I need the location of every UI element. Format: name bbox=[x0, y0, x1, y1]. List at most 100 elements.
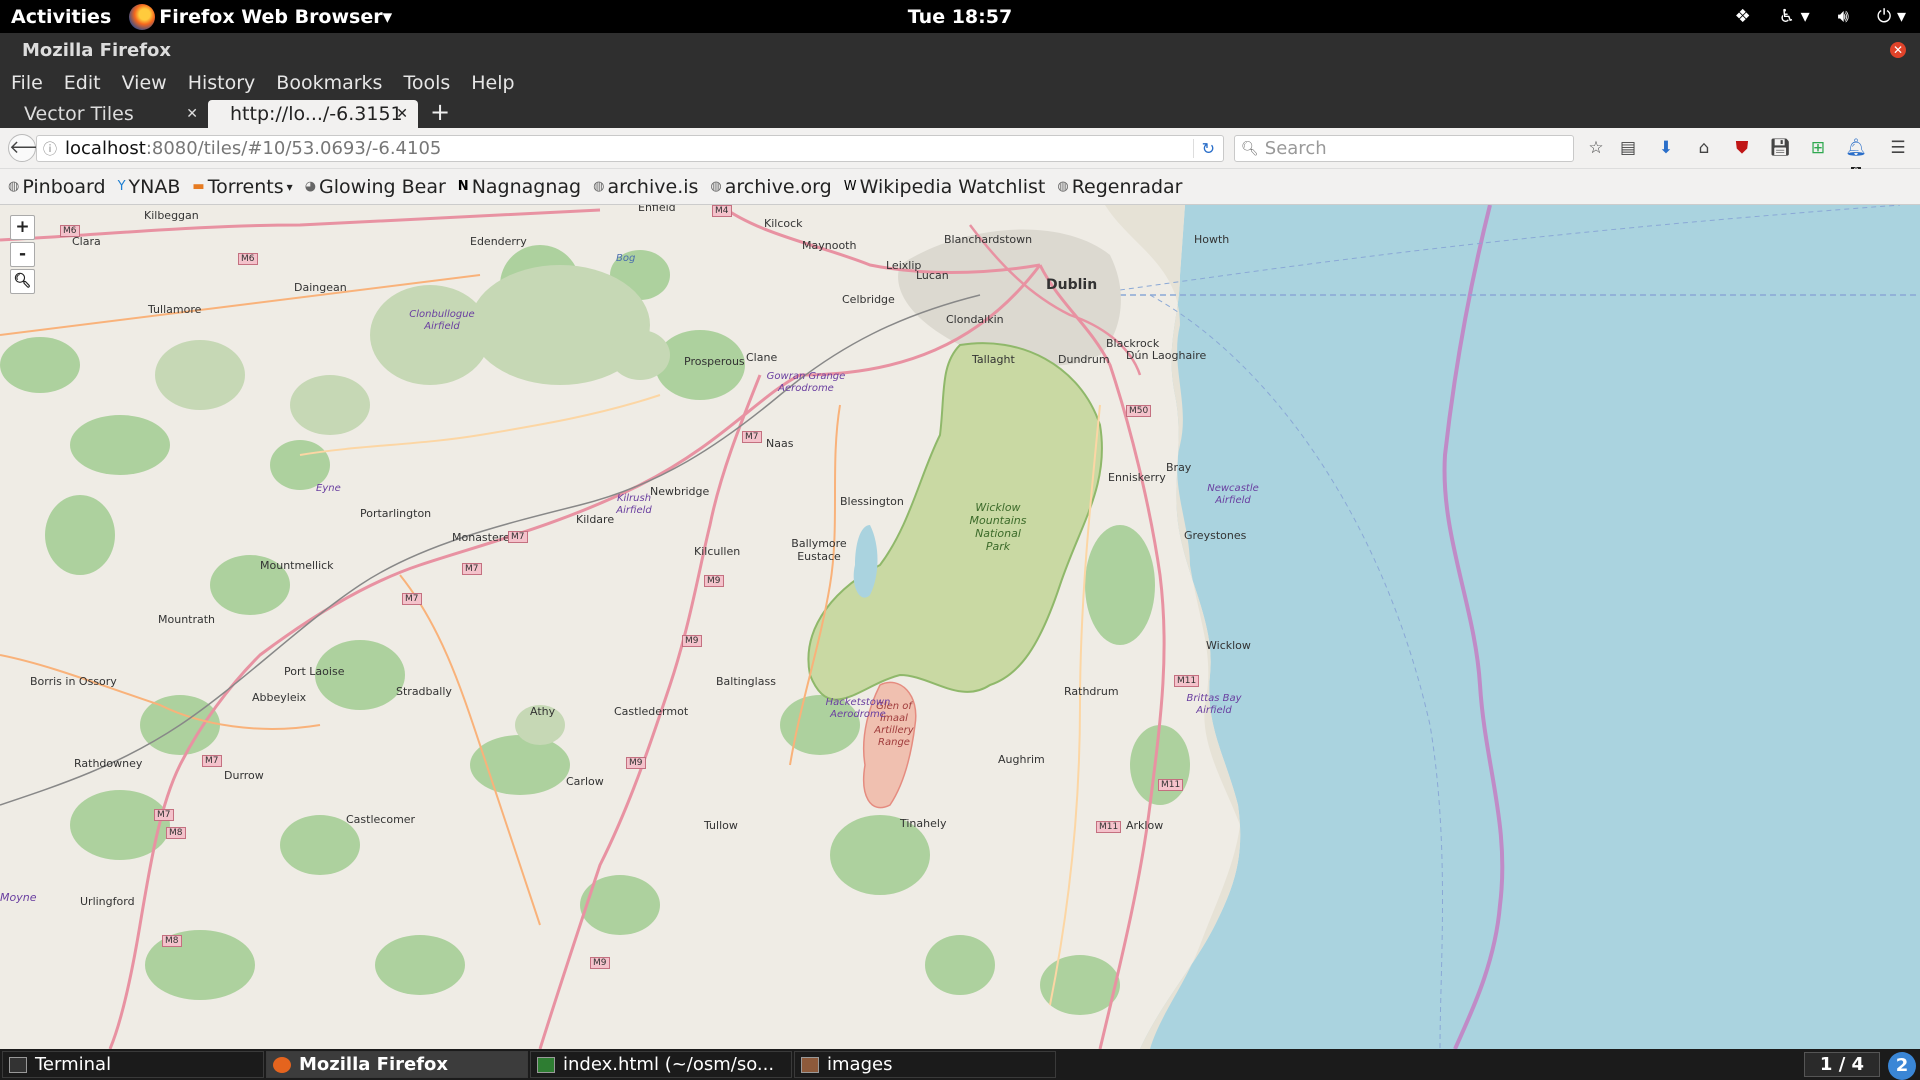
menu-bookmarks[interactable]: Bookmarks bbox=[276, 72, 382, 94]
bookmark-label: Nagnagnag bbox=[471, 175, 582, 198]
url-bar[interactable]: ⓘ localhost :8080/tiles/#10/53.0693/-6.4… bbox=[36, 135, 1224, 162]
bookmark-label: Regenradar bbox=[1071, 175, 1183, 198]
ublock-icon[interactable]: ⛊ bbox=[1730, 136, 1754, 160]
star-icon[interactable]: ☆ bbox=[1584, 136, 1608, 160]
place-label: Celbridge bbox=[842, 293, 895, 306]
place-label: Enfield bbox=[638, 205, 676, 214]
reload-icon[interactable]: ↻ bbox=[1192, 139, 1215, 158]
tab-localhost[interactable]: http://lo.../-6.3151 ✕ bbox=[208, 100, 418, 128]
tab-label: http://lo.../-6.3151 bbox=[230, 103, 403, 125]
bookmark-regenradar[interactable]: ◍ Regenradar bbox=[1057, 176, 1182, 198]
place-label: Edenderry bbox=[470, 235, 527, 248]
place-label: Howth bbox=[1194, 233, 1230, 246]
save-icon[interactable]: 💾︎ bbox=[1768, 136, 1792, 160]
task-terminal[interactable]: Terminal bbox=[2, 1051, 264, 1078]
road-shield: M9 bbox=[626, 757, 646, 769]
road-shield: M9 bbox=[682, 635, 702, 647]
notification-icon[interactable]: 🔔︎0 bbox=[1844, 136, 1868, 177]
menu-edit[interactable]: Edit bbox=[64, 72, 101, 94]
firefox-icon bbox=[129, 3, 156, 30]
place-label: Carlow bbox=[566, 775, 604, 788]
hamburger-menu-icon[interactable]: ☰ bbox=[1886, 136, 1910, 160]
map-viewport[interactable]: Dublin Blanchardstown Howth Leixlip Luca… bbox=[0, 205, 1920, 1049]
place-label: Wicklow bbox=[1206, 639, 1251, 652]
bookmark-label: Glowing Bear bbox=[319, 175, 446, 198]
place-label: Rathdowney bbox=[74, 757, 143, 770]
place-label: Dún Laoghaire bbox=[1126, 349, 1207, 362]
airfield-label: Brittas Bay Airfield bbox=[1186, 693, 1242, 716]
dropbox-icon[interactable]: ❖ bbox=[1735, 6, 1751, 27]
place-label: Moyne bbox=[0, 891, 37, 904]
menu-tools[interactable]: Tools bbox=[403, 72, 450, 94]
zoom-out-button[interactable]: - bbox=[10, 242, 35, 267]
window-titlebar: Mozilla Firefox ✕ bbox=[0, 33, 1920, 68]
place-label: Abbeyleix bbox=[252, 691, 307, 704]
activities-button[interactable]: Activities bbox=[11, 6, 111, 28]
task-firefox[interactable]: Mozilla Firefox bbox=[266, 1051, 528, 1078]
bookmark-archive-is[interactable]: ◍ archive.is bbox=[593, 176, 698, 198]
task-editor[interactable]: index.html (~/osm/so... bbox=[530, 1051, 792, 1078]
bookmark-label: YNAB bbox=[128, 175, 181, 198]
bookmarks-toolbar: ◍ Pinboard Y YNAB ▬ Torrents ▾ ◕ Glowing Bear… bbox=[0, 169, 1920, 205]
clock[interactable]: Tue 18:57 bbox=[908, 6, 1012, 28]
place-label: Ballymore Eustace bbox=[791, 537, 847, 563]
bookmark-label: Wikipedia Watchlist bbox=[859, 175, 1046, 198]
bookmark-nagnagnag[interactable]: N Nagnagnag bbox=[458, 176, 581, 198]
place-label: Borris in Ossory bbox=[30, 675, 117, 688]
search-placeholder: Search bbox=[1264, 138, 1327, 159]
airfield-label: Clonbullogue Airfield bbox=[409, 309, 475, 332]
add-icon[interactable]: ⊞ bbox=[1806, 136, 1830, 160]
menu-help[interactable]: Help bbox=[471, 72, 514, 94]
menu-history[interactable]: History bbox=[188, 72, 256, 94]
download-icon[interactable]: ⬇ bbox=[1654, 136, 1678, 160]
back-button[interactable]: 🡐 bbox=[8, 134, 57, 162]
airfield-label: Eyne bbox=[316, 483, 341, 494]
close-icon[interactable]: ✕ bbox=[1890, 42, 1906, 58]
bookmark-glowing-bear[interactable]: ◕ Glowing Bear bbox=[305, 176, 446, 198]
app-menu[interactable]: Firefox Web Browser ▾ bbox=[129, 3, 392, 30]
volume-icon[interactable]: 🔊︎ bbox=[1838, 6, 1849, 27]
close-icon[interactable]: ✕ bbox=[396, 106, 408, 122]
road-shield: M11 bbox=[1158, 779, 1184, 791]
place-label: Greystones bbox=[1184, 529, 1247, 542]
place-label: Enniskerry bbox=[1108, 471, 1166, 484]
bookmark-torrents[interactable]: ▬ Torrents ▾ bbox=[192, 176, 292, 198]
place-label: Mountmellick bbox=[260, 559, 334, 572]
search-icon[interactable]: 🔍︎ bbox=[10, 269, 35, 294]
place-label: Port Laoise bbox=[284, 665, 345, 678]
airfield-label: Gowran Grange Aerodrome bbox=[766, 371, 846, 394]
place-label: Daingean bbox=[294, 281, 347, 294]
menu-bar: File Edit View History Bookmarks Tools H… bbox=[0, 68, 1920, 98]
workspace-pager[interactable]: 1 / 4 bbox=[1804, 1052, 1880, 1077]
close-icon[interactable]: ✕ bbox=[186, 106, 198, 122]
menu-view[interactable]: View bbox=[122, 72, 167, 94]
place-label: Clane bbox=[746, 351, 778, 364]
menu-file[interactable]: File bbox=[11, 72, 43, 94]
place-label: Castlecomer bbox=[346, 813, 416, 826]
tab-label: Vector Tiles bbox=[24, 103, 134, 125]
bookmark-wikipedia-watchlist[interactable]: W Wikipedia Watchlist bbox=[844, 176, 1046, 198]
n-icon: N bbox=[457, 179, 469, 194]
accessibility-icon[interactable]: ♿ ▾ bbox=[1779, 6, 1810, 27]
place-label: Maynooth bbox=[802, 239, 857, 252]
bookmark-pinboard[interactable]: ◍ Pinboard bbox=[8, 176, 106, 198]
place-label: Urlingford bbox=[80, 895, 135, 908]
new-tab-button[interactable]: + bbox=[430, 98, 450, 128]
workspace-badge[interactable]: 2 bbox=[1888, 1052, 1916, 1080]
search-input[interactable]: 🔍︎ Search bbox=[1234, 135, 1574, 162]
power-icon[interactable]: ⏻ ▾ bbox=[1877, 6, 1906, 27]
info-icon[interactable]: ⓘ bbox=[43, 139, 57, 159]
bookmark-archive-org[interactable]: ◍ archive.org bbox=[710, 176, 831, 198]
bookmark-ynab[interactable]: Y YNAB bbox=[118, 176, 181, 198]
home-icon[interactable]: ⌂ bbox=[1692, 136, 1716, 160]
top-bar: Activities Firefox Web Browser ▾ Tue 18:… bbox=[0, 0, 1920, 33]
place-label: Mountrath bbox=[158, 613, 216, 626]
road-shield: M4 bbox=[712, 205, 732, 217]
tab-vector-tiles[interactable]: Vector Tiles ✕ bbox=[0, 100, 208, 128]
place-label: Blanchardstown bbox=[944, 233, 1033, 246]
reading-list-icon[interactable]: ▤ bbox=[1616, 136, 1640, 160]
place-label: Kilcock bbox=[764, 217, 803, 230]
zoom-in-button[interactable]: + bbox=[10, 215, 35, 240]
bookmark-label: Pinboard bbox=[22, 175, 106, 198]
task-images[interactable]: images bbox=[794, 1051, 1056, 1078]
